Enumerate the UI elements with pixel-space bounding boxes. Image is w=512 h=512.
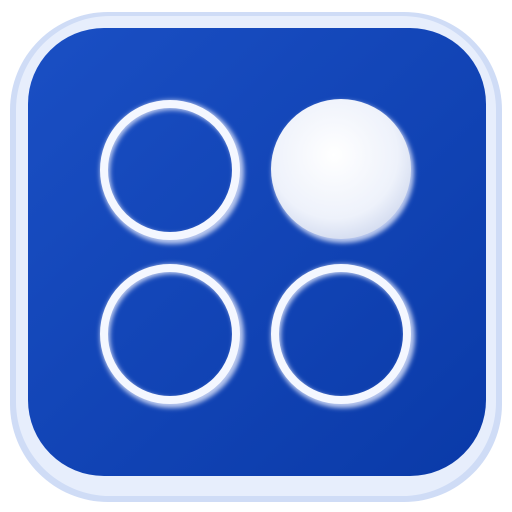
icon-tile — [28, 28, 486, 476]
app-icon — [10, 12, 502, 502]
